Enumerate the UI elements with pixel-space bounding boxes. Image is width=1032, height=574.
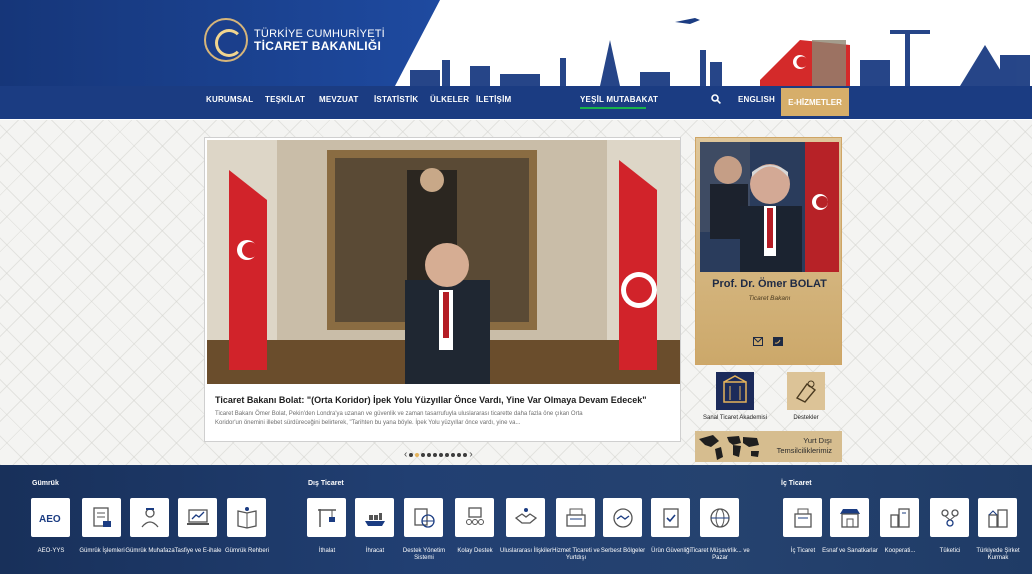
next-arrow-icon[interactable]: › [469,449,472,460]
uluslararasi-iliskiler-tile[interactable] [506,498,545,537]
main-navbar [0,86,1032,119]
minister-role: Ticaret Bakanı [748,295,791,302]
kooperatifler-tile[interactable] [880,498,919,537]
nav-kurumsal[interactable]: KURUMSAL [206,95,253,104]
nav-ulkeler[interactable]: ÜLKELER [430,95,469,104]
tasfiye-e-ihale-tile[interactable] [178,498,217,537]
minister-card[interactable]: Prof. Dr. Ömer BOLAT Ticaret Bakanı [695,137,842,365]
slider-dot[interactable] [451,452,456,457]
ithalat-tile[interactable] [307,498,346,537]
register-icon [793,508,812,528]
ic-ticaret-tile[interactable] [783,498,822,537]
slider-dot[interactable] [433,452,438,457]
gumruk-rehberi-label[interactable]: Gümrük Rehberi [217,548,277,555]
yurt-line-1: Yurt Dışı [803,436,832,445]
slider-dot-active[interactable] [415,452,420,457]
slider-dot[interactable] [427,452,432,457]
kolay-destek-tile[interactable] [455,498,494,537]
ticaret-musavirlik-tile[interactable] [700,498,739,537]
nav-istatistik[interactable]: İSTATİSTİK [374,95,418,104]
crane-icon [317,508,336,527]
gumruk-rehberi-tile[interactable] [227,498,266,537]
slider-dot[interactable] [457,452,462,457]
nav-teskilat[interactable]: TEŞKİLAT [265,95,305,104]
slider-pagination: ‹ › [404,449,473,460]
document-stamp-icon [92,506,111,527]
slider-dot[interactable] [445,452,450,457]
ticaret-musavirlik-label[interactable]: Ticaret Müşavirlik... ve Pazar [690,548,750,562]
slide-photo[interactable] [207,140,680,384]
section-gumruk-title: Gümrük [32,480,59,487]
laptop-chart-icon [186,508,209,525]
section-dis-ticaret-title: Dış Ticaret [308,480,344,487]
urun-guvenligi-tile[interactable] [651,498,690,537]
gumruk-islemleri-tile[interactable] [82,498,121,537]
slide-title[interactable]: Ticaret Bakanı Bolat: "(Orta Koridor) İp… [215,395,675,405]
ihracat-tile[interactable] [355,498,394,537]
mail-icon[interactable] [753,333,763,346]
world-map-icon [695,431,765,462]
tuketici-tile[interactable] [930,498,969,537]
nav-mevzuat[interactable]: MEVZUAT [319,95,358,104]
minister-photo[interactable] [700,142,839,272]
slider-dot[interactable] [421,452,426,457]
zone-handshake-icon [612,507,633,528]
sanal-ticaret-akademisi-icon[interactable] [716,372,754,410]
e-hizmetler-button[interactable]: E-HİZMETLER [781,88,849,116]
minister-name[interactable]: Prof. Dr. Ömer BOLAT [696,278,843,290]
gumruk-muhafaza-tile[interactable] [130,498,169,537]
nav-iletisim[interactable]: İLETİŞİM [476,95,511,104]
destekler-label[interactable]: Destekler [783,415,829,421]
destek-yonetim-sistemi-tile[interactable] [404,498,443,537]
logo-emblem-icon [204,18,248,62]
nav-active-underline [580,107,646,109]
akademi-label[interactable]: Sanal Ticaret Akademisi [696,415,774,421]
guide-book-icon [236,506,257,529]
cash-register-icon [565,508,586,527]
news-slider[interactable]: Ticaret Bakanı Bolat: "(Orta Koridor) İp… [204,137,681,442]
globe-people-icon [709,507,730,528]
consumer-network-icon [940,508,959,527]
cargo-ship-icon [364,512,385,526]
site-logo[interactable]: TÜRKİYE CUMHURİYETİ TİCARET BAKANLIĞI [204,18,385,62]
company-building-icon [987,508,1008,528]
nav-english[interactable]: ENGLISH [738,95,775,104]
officer-icon [140,507,159,527]
hizmet-ticareti-tile[interactable] [556,498,595,537]
search-icon[interactable] [711,94,721,104]
twitter-icon[interactable] [773,333,783,346]
aeo-yys-tile[interactable]: AEO [31,498,70,537]
yurt-line-2: Temsilciliklerimiz [776,446,832,455]
nav-yesil-mutabakat[interactable]: YEŞİL MUTABAKAT [580,95,658,104]
esnaf-sanatkarlar-tile[interactable] [830,498,869,537]
destekler-icon[interactable] [787,372,825,410]
logo-line-2: TİCARET BAKANLIĞI [254,39,382,53]
aeo-logo-icon: AEO [39,514,61,525]
team-board-icon [465,506,484,525]
shop-icon [839,508,860,528]
sirket-kurmak-tile[interactable] [978,498,1017,537]
yurt-disi-temsilcilikler-link[interactable]: Yurt Dışı Temsilciliklerimiz [695,431,842,462]
prev-arrow-icon[interactable]: ‹ [404,449,407,460]
sirket-kurmak-label[interactable]: Türkiyede Şirket Kurmak [968,548,1028,562]
safety-clipboard-icon [662,507,679,528]
slider-dot[interactable] [463,452,468,457]
slider-dot[interactable] [439,452,444,457]
svg-text:AEO: AEO [39,514,61,525]
buildings-icon [889,507,910,528]
slider-dot[interactable] [409,452,414,457]
serbest-bolgeler-tile[interactable] [603,498,642,537]
slide-summary: Ticaret Bakanı Ömer Bolat, Pekin'den Lon… [215,411,583,426]
globe-document-icon [413,507,435,528]
handshake-icon [514,507,537,524]
section-ic-ticaret-title: İç Ticaret [781,480,812,487]
